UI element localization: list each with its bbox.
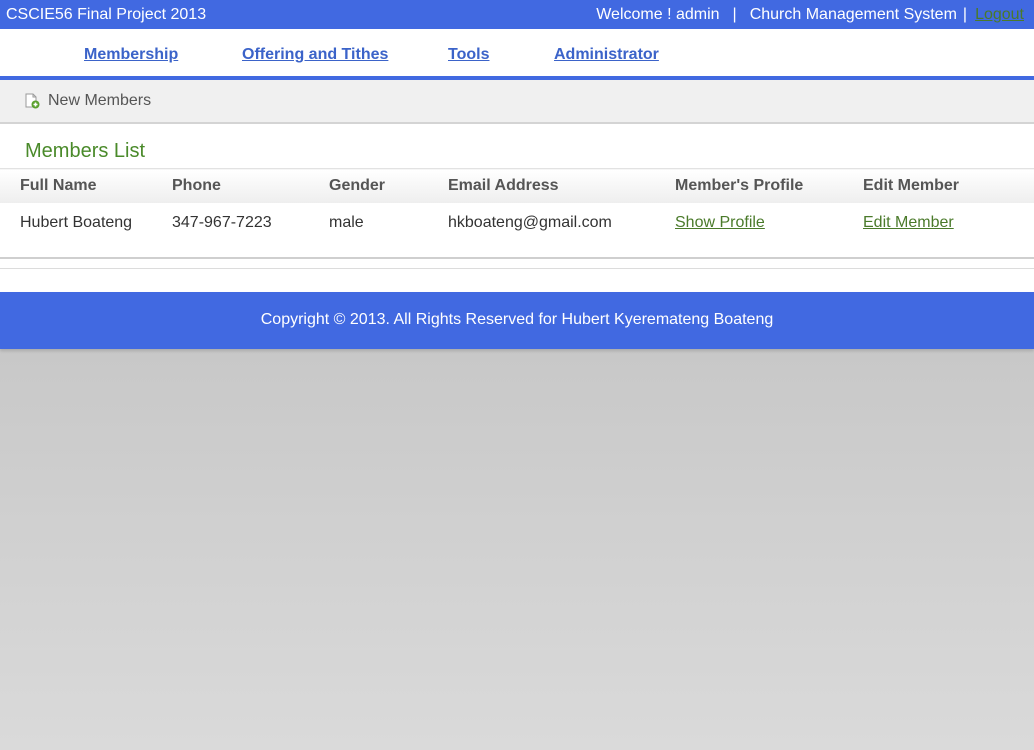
column-header-profile: Member's Profile [675, 168, 863, 203]
page-container: CSCIE56 Final Project 2013 Welcome ! adm… [0, 0, 1034, 349]
logout-link[interactable]: Logout [975, 6, 1024, 24]
divider [0, 258, 1034, 269]
cell-phone: 347-967-7223 [172, 213, 272, 231]
main-content: Members List Full Name Phone Gender Emai… [0, 124, 1034, 292]
cell-profile: Show Profile [675, 203, 863, 245]
edit-member-link[interactable]: Edit Member [863, 214, 954, 231]
column-header-gender: Gender [329, 168, 448, 203]
section-title: Members List [25, 140, 146, 162]
cell-email: hkboateng@gmail.com [448, 213, 612, 231]
column-header-full-name: Full Name [0, 168, 172, 203]
user-info: Welcome ! admin | Church Management Syst… [596, 6, 1024, 24]
members-table: Full Name Phone Gender Email Address Mem… [0, 168, 1034, 245]
column-header-phone: Phone [172, 168, 329, 203]
cell-edit: Edit Member [863, 203, 1034, 245]
welcome-text: Welcome ! admin [596, 5, 720, 23]
site-title: CSCIE56 Final Project 2013 [6, 5, 207, 23]
main-nav: Membership Offering and Tithes Tools Adm… [0, 29, 1034, 80]
sub-toolbar: New Members [0, 80, 1034, 124]
system-name: Church Management System [749, 5, 957, 23]
column-header-email: Email Address [448, 168, 675, 203]
cell-full-name: Hubert Boateng [20, 213, 133, 231]
nav-offering-and-tithes[interactable]: Offering and Tithes [242, 46, 388, 64]
table-header-row: Full Name Phone Gender Email Address Mem… [0, 168, 1034, 203]
footer: Copyright © 2013. All Rights Reserved fo… [0, 291, 1034, 349]
table-row: Hubert Boateng 347-967-7223 male hkboate… [0, 203, 1034, 245]
nav-membership[interactable]: Membership [84, 46, 178, 64]
separator: | [732, 5, 737, 23]
add-document-icon[interactable] [24, 93, 40, 109]
column-header-edit: Edit Member [863, 168, 1034, 203]
separator: | [962, 5, 968, 23]
new-members-link[interactable]: New Members [48, 92, 151, 110]
nav-administrator[interactable]: Administrator [554, 46, 659, 64]
top-bar: CSCIE56 Final Project 2013 Welcome ! adm… [0, 0, 1034, 29]
copyright-text: Copyright © 2013. All Rights Reserved fo… [260, 311, 774, 328]
spacer [0, 268, 1034, 292]
nav-tools[interactable]: Tools [448, 46, 489, 64]
cell-gender: male [329, 213, 364, 231]
table-bottom-border [0, 244, 1034, 259]
show-profile-link[interactable]: Show Profile [675, 214, 765, 231]
